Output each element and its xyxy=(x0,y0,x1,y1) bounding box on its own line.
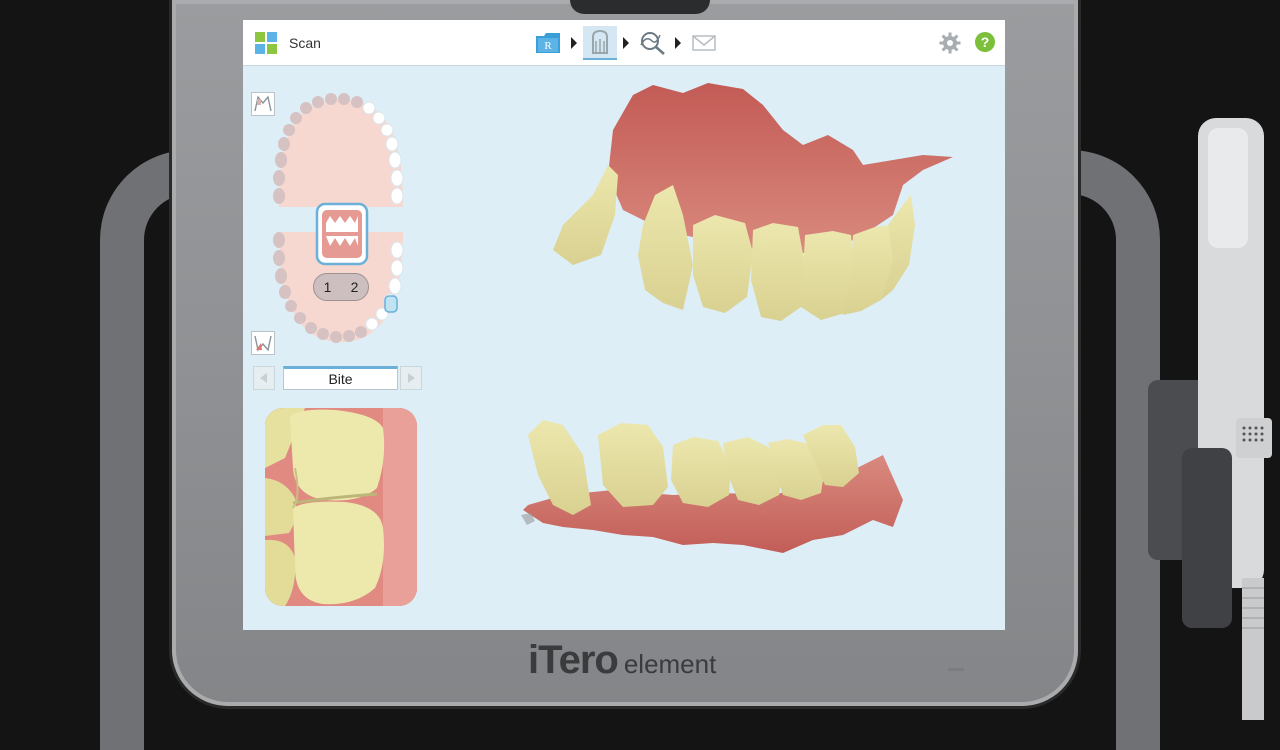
workflow-arrow xyxy=(571,37,577,49)
jaw-map-diagram[interactable] xyxy=(271,92,411,347)
app-menu-tile xyxy=(255,44,265,54)
app-menu-tile xyxy=(267,44,277,54)
send-envelope-icon xyxy=(692,35,716,51)
step-scan-button[interactable] xyxy=(583,26,617,60)
step-send-button[interactable] xyxy=(687,26,721,60)
previous-segment-button[interactable] xyxy=(253,366,275,390)
bite-segment-1[interactable]: 1 xyxy=(324,279,332,295)
step-rx-button[interactable]: R xyxy=(531,26,565,60)
chevron-left-icon xyxy=(260,373,267,383)
view-inspect-icon xyxy=(640,32,665,55)
next-segment-button[interactable] xyxy=(400,366,422,390)
bite-segment-2[interactable]: 2 xyxy=(351,279,359,295)
brand-logo-main: iTero xyxy=(528,638,619,682)
step-view-button[interactable] xyxy=(635,26,669,60)
gear-icon[interactable] xyxy=(939,32,961,54)
live-camera-view xyxy=(265,408,417,606)
upper-jaw-scan xyxy=(553,83,953,321)
brand-logo: iTero element xyxy=(528,638,716,688)
lower-jaw-scan xyxy=(521,420,903,553)
brand-logo-sub: element xyxy=(623,649,717,679)
rx-folder-icon: R xyxy=(536,33,560,53)
rx-folder-letter: R xyxy=(544,40,552,52)
intraoral-scanner-wand xyxy=(1182,118,1272,720)
segment-navigator: Bite xyxy=(253,366,428,390)
touch-screen: Scan R ? 1 2 Bite xyxy=(243,20,1005,630)
workflow-steps: R xyxy=(531,26,721,60)
chevron-right-icon xyxy=(408,373,415,383)
app-menu-tile xyxy=(255,32,265,42)
screen-title: Scan xyxy=(289,35,321,51)
help-button[interactable]: ? xyxy=(975,32,995,52)
device-top-cap xyxy=(570,0,710,14)
app-menu-icon[interactable] xyxy=(255,32,277,54)
workflow-arrow xyxy=(675,37,681,49)
bite-segment-selector[interactable]: 1 2 xyxy=(313,273,369,301)
app-menu-tile xyxy=(267,32,277,42)
scan-tooth-icon xyxy=(592,29,608,54)
top-bar: Scan R ? xyxy=(243,20,1005,66)
workflow-arrow xyxy=(623,37,629,49)
segment-current-tab[interactable]: Bite xyxy=(283,366,398,390)
power-indicator xyxy=(948,668,964,671)
3d-scan-model[interactable] xyxy=(483,75,983,625)
